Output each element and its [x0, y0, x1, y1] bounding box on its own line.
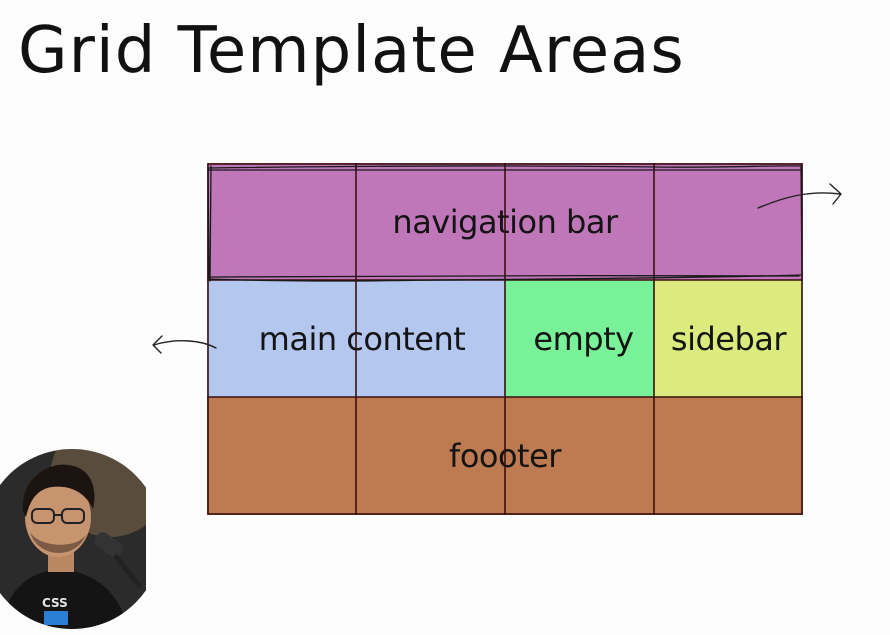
arrow-left-icon — [152, 335, 217, 354]
area-navigation-bar: navigation bar — [207, 163, 803, 280]
presenter-avatar: CSS — [0, 449, 146, 629]
area-label-navigation-bar: navigation bar — [392, 202, 618, 241]
area-footer: foooter — [207, 397, 803, 515]
grid-diagram: navigation bar main content empty sideba… — [207, 163, 803, 515]
area-empty: empty — [505, 280, 654, 397]
area-sidebar: sidebar — [654, 280, 803, 397]
area-label-sidebar: sidebar — [670, 319, 787, 358]
webcam-overlay: CSS — [0, 437, 146, 635]
area-main-content: main content — [207, 280, 505, 397]
slide-title: Grid Template Areas — [18, 14, 685, 88]
area-label-empty: empty — [533, 319, 634, 358]
shirt-logo-text: CSS — [42, 596, 68, 610]
area-label-footer: foooter — [449, 437, 561, 475]
area-label-main-content: main content — [258, 319, 466, 358]
arrow-right-icon — [757, 183, 842, 209]
